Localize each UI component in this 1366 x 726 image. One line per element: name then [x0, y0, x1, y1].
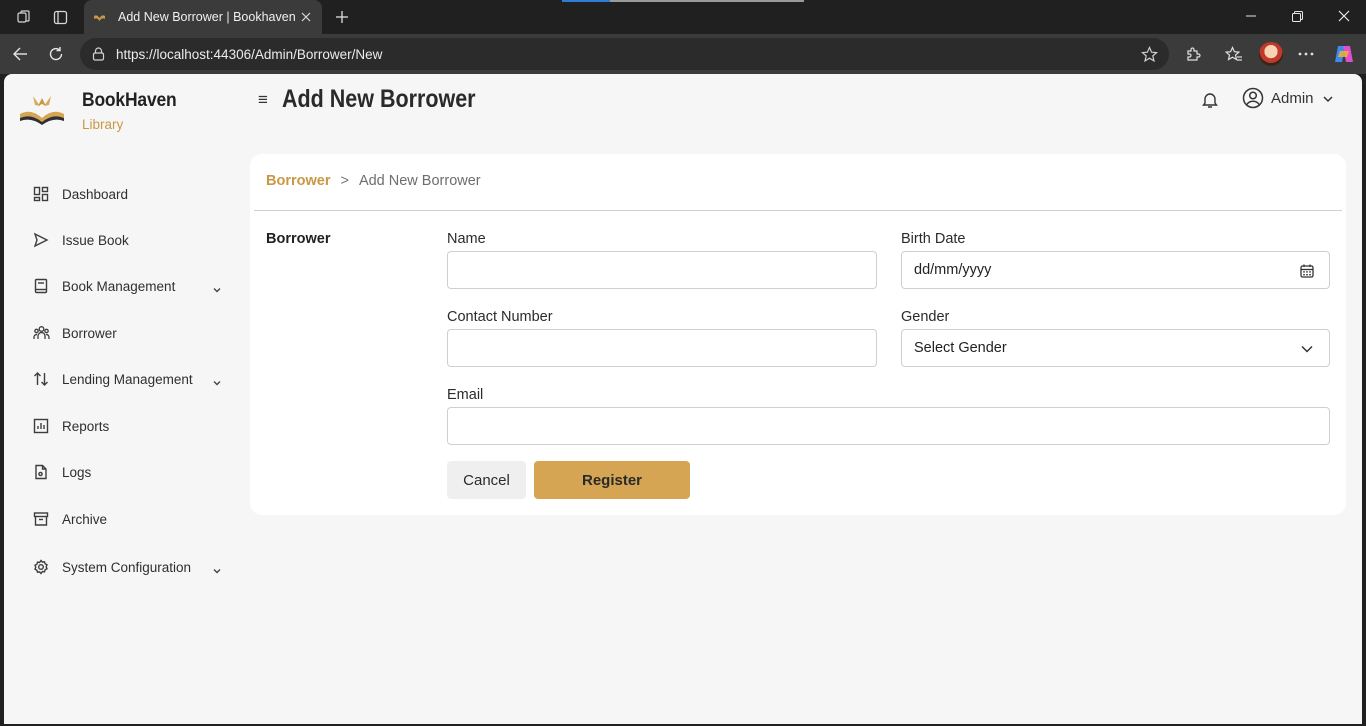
chart-icon [32, 417, 50, 435]
sidebar-item-system-configuration[interactable]: System Configuration [32, 555, 222, 579]
menu-toggle-icon[interactable]: ≡ [258, 90, 274, 110]
lock-icon[interactable] [90, 46, 106, 62]
workspaces-icon[interactable] [13, 6, 35, 28]
send-icon [32, 231, 50, 249]
register-button[interactable]: Register [534, 461, 690, 499]
sidebar-item-logs[interactable]: Logs [32, 460, 222, 484]
calendar-icon[interactable] [1299, 263, 1315, 279]
breadcrumb-current: Add New Borrower [358, 173, 481, 189]
browser-tab-bar: Add New Borrower | Bookhaven [0, 0, 1366, 34]
sidebar-item-reports[interactable]: Reports [32, 414, 222, 438]
sidebar-item-label: Logs [62, 464, 92, 480]
reload-icon[interactable] [44, 42, 68, 66]
sidebar-item-issue-book[interactable]: Issue Book [32, 228, 222, 252]
breadcrumb: Borrower > Add New Borrower [266, 173, 481, 189]
profile-avatar[interactable] [1259, 42, 1283, 66]
browser-address-bar: https://localhost:44306/Admin/Borrower/N… [0, 34, 1366, 74]
copilot-icon[interactable] [1332, 42, 1356, 66]
minimize-icon[interactable] [1239, 4, 1263, 28]
cancel-button[interactable]: Cancel [447, 461, 526, 499]
name-field[interactable] [447, 251, 877, 289]
sidebar-item-label: Lending Management [62, 371, 193, 387]
brand-name: BookHaven [82, 90, 177, 111]
tab-actions-icon[interactable] [49, 6, 71, 28]
borrower-form-card: Borrower > Add New Borrower Borrower Nam… [250, 154, 1346, 515]
favorites-icon[interactable] [1222, 42, 1246, 66]
chevron-down-icon [1322, 92, 1334, 104]
notification-bell-icon[interactable] [1200, 90, 1220, 110]
sidebar-item-label: Borrower [62, 325, 117, 341]
user-avatar-icon [1242, 87, 1264, 109]
back-icon[interactable] [8, 42, 32, 66]
divider [254, 210, 1342, 211]
breadcrumb-parent-link[interactable]: Borrower [266, 173, 330, 189]
extensions-icon[interactable] [1181, 42, 1205, 66]
book-favicon-icon [93, 10, 106, 24]
birth-date-placeholder: dd/mm/yyyy [914, 262, 992, 278]
breadcrumb-separator: > [340, 173, 349, 189]
restore-icon[interactable] [1285, 4, 1309, 28]
gear-icon [32, 558, 50, 576]
swap-icon [32, 370, 50, 388]
sidebar-item-label: Archive [62, 511, 108, 527]
birth-date-field[interactable]: dd/mm/yyyy [901, 251, 1330, 289]
email-field[interactable] [447, 407, 1330, 445]
more-options-icon[interactable] [1294, 42, 1318, 66]
file-icon [32, 463, 50, 481]
user-name: Admin [1271, 89, 1314, 107]
gender-selected-value: Select Gender [914, 340, 1007, 356]
url-field[interactable]: https://localhost:44306/Admin/Borrower/N… [80, 38, 1169, 70]
chevron-down-icon [212, 563, 222, 574]
brand-subtitle: Library [82, 117, 124, 132]
sidebar-item-borrower[interactable]: Borrower [32, 321, 222, 345]
sidebar-item-label: Reports [62, 418, 110, 434]
chevron-down-icon [212, 375, 222, 386]
gender-select[interactable]: Select Gender [901, 329, 1330, 367]
app-viewport: BookHaven Library ≡ Add New Borrower Adm… [4, 74, 1362, 724]
sidebar-item-label: Dashboard [62, 186, 129, 202]
user-menu[interactable]: Admin [1242, 87, 1334, 109]
new-tab-icon[interactable] [330, 5, 354, 29]
tab-title: Add New Borrower | Bookhaven [118, 10, 296, 24]
browser-tab-active[interactable]: Add New Borrower | Bookhaven [84, 0, 322, 34]
email-label: Email [447, 387, 484, 403]
sidebar-item-lending-management[interactable]: Lending Management [32, 367, 222, 391]
chevron-down-icon [1299, 341, 1315, 357]
people-icon [32, 324, 50, 342]
gender-label: Gender [901, 309, 950, 325]
name-label: Name [447, 231, 486, 247]
sidebar-item-label: Issue Book [62, 232, 129, 248]
contact-number-label: Contact Number [447, 309, 553, 325]
archive-icon [32, 510, 50, 528]
dashboard-icon [32, 185, 50, 203]
chevron-down-icon [212, 282, 222, 293]
section-title: Borrower [266, 231, 331, 247]
sidebar-item-label: System Configuration [62, 559, 192, 575]
url-text: https://localhost:44306/Admin/Borrower/N… [116, 46, 383, 62]
sidebar-item-dashboard[interactable]: Dashboard [32, 182, 222, 206]
sidebar-item-book-management[interactable]: Book Management [32, 274, 222, 298]
favorite-star-icon[interactable] [1139, 44, 1159, 64]
close-tab-icon[interactable] [296, 5, 316, 29]
drag-indicator [562, 0, 804, 2]
contact-number-field[interactable] [447, 329, 877, 367]
sidebar-item-label: Book Management [62, 278, 176, 294]
book-icon [32, 277, 50, 295]
page-header: ≡ Add New Borrower [258, 85, 507, 114]
brand[interactable]: BookHaven Library [18, 90, 185, 132]
page-title: Add New Borrower [282, 85, 476, 113]
close-window-icon[interactable] [1332, 4, 1356, 28]
sidebar-item-archive[interactable]: Archive [32, 507, 222, 531]
birth-date-label: Birth Date [901, 231, 966, 247]
book-logo-icon [18, 92, 66, 132]
